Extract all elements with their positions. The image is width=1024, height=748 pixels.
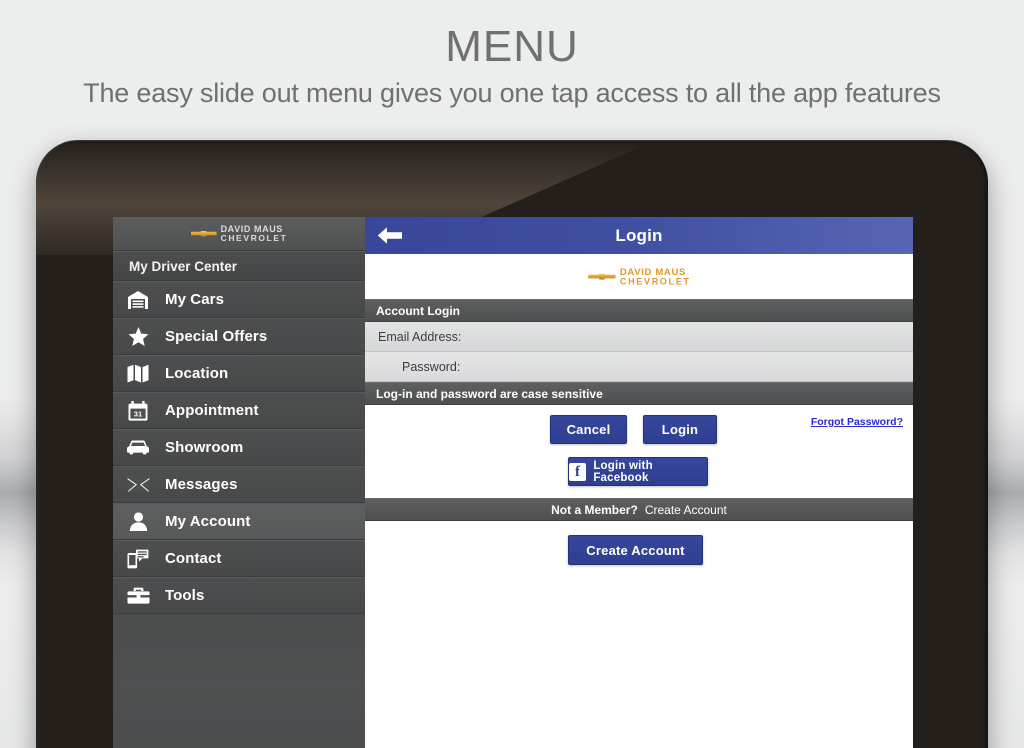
tablet-device-frame: DAVID MAUS CHEVROLET My Driver Center My…	[36, 140, 988, 748]
sidebar-item-label: Appointment	[165, 402, 259, 419]
nav-title: Login	[615, 225, 663, 245]
sidebar-logo-line2: CHEVROLET	[220, 232, 288, 243]
password-input[interactable]	[460, 351, 913, 382]
login-button-label: Login	[661, 422, 699, 437]
content-logo-line2: CHEVROLET	[619, 275, 691, 287]
sidebar-item-my-cars[interactable]: My Cars	[113, 281, 365, 318]
content-brand-strip: DAVID MAUS CHEVROLET	[365, 254, 913, 299]
sidebar-item-my-driver-center[interactable]: My Driver Center	[113, 251, 365, 281]
sidebar-item-showroom[interactable]: Showroom	[113, 429, 365, 466]
car-icon	[125, 437, 151, 459]
case-sensitive-note: Log-in and password are case sensitive	[376, 386, 603, 401]
create-account-label: Create Account	[644, 502, 727, 517]
calendar-icon: 31	[125, 400, 151, 422]
garage-icon	[125, 289, 151, 311]
password-field-row[interactable]: Password:	[365, 351, 913, 382]
forgot-password-link[interactable]: Forgot Password?	[811, 416, 903, 428]
facebook-button-label: Login with Facebook	[593, 459, 653, 484]
headline-block: MENU The easy slide out menu gives you o…	[0, 0, 1024, 110]
create-account-button[interactable]: Create Account	[568, 535, 703, 565]
content-logo: DAVID MAUS CHEVROLET	[588, 267, 691, 285]
not-a-member-bar: Not a Member? Create Account	[365, 498, 913, 521]
sidebar-item-messages[interactable]: Messages	[113, 466, 365, 503]
account-login-label: Account Login	[376, 303, 460, 318]
email-field-row[interactable]: Email Address:	[365, 321, 913, 352]
chevrolet-bowtie-icon	[588, 271, 616, 283]
login-button-area: Cancel Login f Login with Facebook Forgo…	[365, 405, 913, 498]
create-account-area: Create Account	[365, 521, 913, 748]
sidebar-item-location[interactable]: Location	[113, 355, 365, 392]
star-icon	[125, 326, 151, 348]
page-root: MENU The easy slide out menu gives you o…	[0, 0, 1024, 748]
not-a-member-label: Not a Member?	[551, 502, 638, 517]
back-arrow-icon[interactable]	[377, 226, 403, 245]
email-field-label: Email Address:	[378, 329, 462, 344]
sidebar-item-appointment[interactable]: 31 Appointment	[113, 392, 365, 429]
tablet-screen: DAVID MAUS CHEVROLET My Driver Center My…	[113, 217, 913, 748]
page-title: MENU	[445, 22, 579, 71]
cancel-button[interactable]: Cancel	[550, 415, 627, 444]
sidebar-item-label: Messages	[165, 476, 238, 493]
sidebar-item-label: Location	[165, 365, 229, 382]
login-button[interactable]: Login	[643, 415, 717, 444]
password-field-label: Password:	[402, 359, 461, 374]
account-login-section-bar: Account Login	[365, 299, 913, 322]
sidebar-item-contact[interactable]: Contact	[113, 540, 365, 577]
envelope-icon	[125, 474, 151, 496]
person-icon	[125, 511, 151, 533]
phone-chat-icon	[125, 548, 151, 570]
login-screen-content: Login DAVID MAUS CHEVROLET Account Login	[365, 217, 913, 748]
case-sensitive-note-bar: Log-in and password are case sensitive	[365, 382, 913, 405]
sidebar-item-label: Tools	[165, 587, 205, 604]
sidebar-item-my-account[interactable]: My Account	[113, 503, 365, 540]
chevrolet-bowtie-icon	[191, 228, 217, 239]
sidebar-item-label: My Account	[165, 513, 251, 530]
sidebar-item-label: My Cars	[165, 291, 225, 308]
svg-text:31: 31	[134, 409, 143, 418]
sidebar-item-label: My Driver Center	[129, 258, 238, 274]
nav-bar: Login	[365, 217, 913, 254]
cancel-button-label: Cancel	[566, 422, 611, 437]
toolbox-icon	[125, 585, 151, 607]
page-subtitle: The easy slide out menu gives you one ta…	[83, 78, 941, 108]
email-input[interactable]	[461, 321, 913, 352]
slide-out-menu-sidebar: DAVID MAUS CHEVROLET My Driver Center My…	[113, 217, 365, 748]
sidebar-empty-area	[113, 614, 365, 748]
login-with-facebook-button[interactable]: f Login with Facebook	[568, 457, 708, 486]
sidebar-brand-header: DAVID MAUS CHEVROLET	[113, 217, 365, 251]
sidebar-item-label: Special Offers	[165, 328, 268, 345]
sidebar-logo: DAVID MAUS CHEVROLET	[191, 225, 288, 242]
sidebar-item-special-offers[interactable]: Special Offers	[113, 318, 365, 355]
map-icon	[125, 363, 151, 385]
sidebar-item-tools[interactable]: Tools	[113, 577, 365, 614]
create-account-button-label: Create Account	[586, 542, 685, 558]
sidebar-item-label: Showroom	[165, 439, 244, 456]
sidebar-item-label: Contact	[165, 550, 222, 567]
facebook-icon: f	[569, 462, 587, 481]
